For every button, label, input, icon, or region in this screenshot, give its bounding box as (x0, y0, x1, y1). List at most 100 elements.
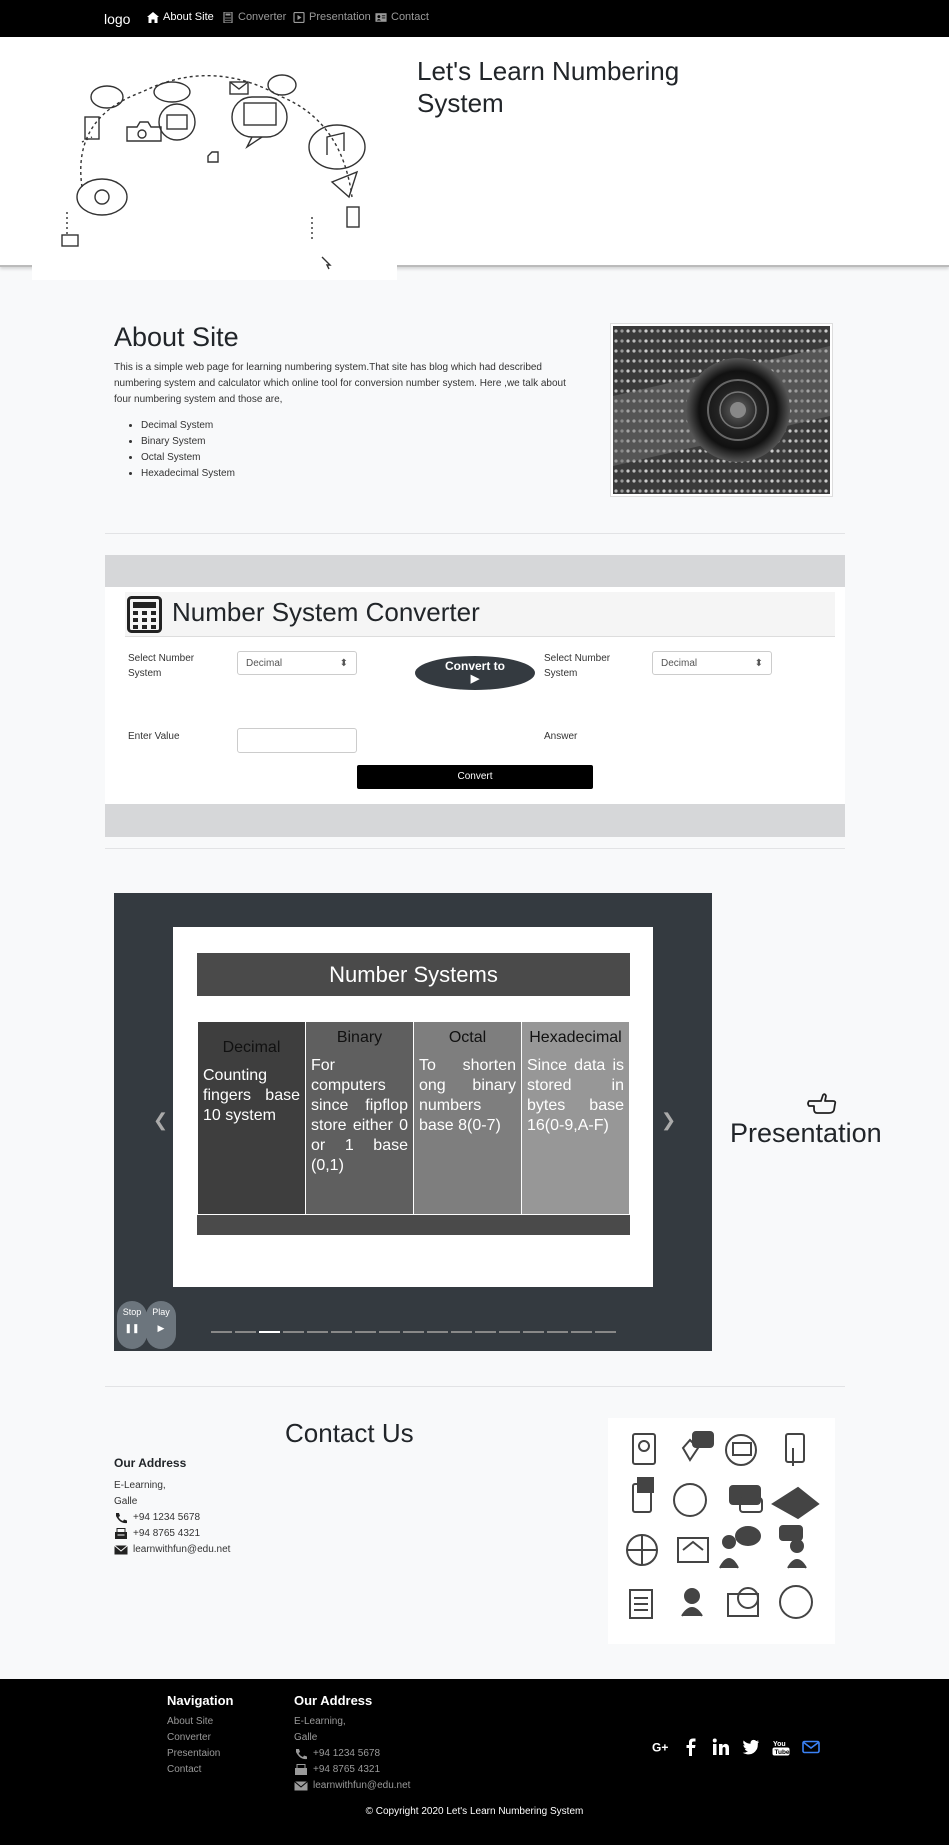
column-text: For computers since fipflop store either… (311, 1057, 408, 1174)
calculator-icon (127, 596, 162, 633)
convert-to-button[interactable]: Convert to ▶ (415, 656, 535, 690)
select-arrows-icon: ⬍ (339, 657, 348, 669)
select-number-system-label: Select Number System (544, 653, 611, 679)
address-line: E-Learning, (114, 1480, 166, 1491)
address-line: E-Learning, (294, 1716, 346, 1727)
home-icon (147, 11, 159, 23)
select-value: Decimal (246, 657, 283, 669)
slide-column-hexadecimal: Hexadecimal Since data is stored in byte… (522, 1022, 629, 1214)
converter-title: Number System Converter (172, 597, 480, 627)
phone-number: +94 1234 5678 (313, 1748, 381, 1759)
calculator-icon (223, 11, 233, 23)
carousel-indicator[interactable] (355, 1331, 376, 1333)
slide-footer-bar (197, 1215, 630, 1235)
youtube-icon[interactable]: YouTube (772, 1738, 790, 1756)
fax-number: +94 8765 4321 (313, 1764, 381, 1775)
email-link[interactable]: learnwithfun@edu.net (313, 1778, 410, 1794)
copyright: © Copyright 2020 Let's Learn Numbering S… (365, 1806, 584, 1817)
twitter-icon[interactable] (742, 1738, 760, 1756)
list-item: Decimal System (141, 418, 235, 434)
to-system-select[interactable]: Decimal ⬍ (652, 651, 772, 675)
divider (105, 1386, 845, 1387)
email-link[interactable]: learnwithfun@edu.net (133, 1542, 230, 1558)
carousel-indicator[interactable] (403, 1331, 424, 1333)
footer-link-contact[interactable]: Contact (167, 1762, 220, 1778)
carousel-next-icon[interactable]: ❯ (661, 1110, 676, 1131)
facebook-icon[interactable] (682, 1738, 700, 1756)
from-system-select[interactable]: Decimal ⬍ (237, 651, 357, 675)
email-icon[interactable] (802, 1738, 820, 1756)
linkedin-icon[interactable] (712, 1738, 730, 1756)
address-title: Our Address (114, 1456, 187, 1470)
carousel-prev-icon[interactable]: ❮ (153, 1110, 168, 1131)
presentation-label: Presentation (730, 1118, 882, 1148)
email-row: learnwithfun@edu.net (294, 1778, 410, 1794)
carousel-indicator[interactable] (379, 1331, 400, 1333)
social-links: G+ You Tube (652, 1738, 820, 1756)
column-heading: Binary (336, 1029, 383, 1046)
footer-link-presentation[interactable]: Presentaion (167, 1746, 220, 1762)
nav-item-label: Converter (238, 11, 287, 23)
svg-text:You: You (773, 1741, 786, 1748)
svg-text:G+: G+ (652, 1741, 668, 1755)
carousel-indicator[interactable] (499, 1331, 520, 1333)
fax-row: +94 8765 4321 (294, 1762, 410, 1778)
carousel-indicator[interactable] (523, 1331, 544, 1333)
about-text: This is a simple web page for learning n… (114, 362, 566, 405)
slide-column-decimal: Decimal Counting fingers base 10 system (198, 1022, 305, 1214)
phone-row: +94 1234 5678 (114, 1510, 230, 1526)
carousel-indicator[interactable] (451, 1331, 472, 1333)
contact-icons-grid (608, 1418, 835, 1644)
column-heading: Hexadecimal (529, 1029, 622, 1046)
google-plus-icon[interactable]: G+ (652, 1738, 670, 1756)
email-row: learnwithfun@edu.net (114, 1542, 230, 1558)
carousel-indicator[interactable] (283, 1331, 304, 1333)
slide-column-octal: Octal To shorten ong binary numbers base… (414, 1022, 521, 1214)
carousel-indicator[interactable] (427, 1331, 448, 1333)
list-item: Octal System (141, 450, 235, 466)
carousel-indicator[interactable] (259, 1331, 280, 1333)
value-input[interactable] (237, 728, 357, 753)
play-button[interactable]: Play ▶ (146, 1301, 176, 1349)
address-line: Galle (114, 1496, 138, 1507)
carousel-indicator[interactable] (547, 1331, 568, 1333)
nav-item-contact[interactable]: Contact (375, 11, 429, 23)
nav-item-about-site[interactable]: About Site (147, 11, 214, 23)
contact-title: Contact Us (285, 1418, 414, 1448)
pointing-hand-icon (807, 1093, 837, 1114)
fax-number: +94 8765 4321 (133, 1528, 201, 1539)
convert-button[interactable]: Convert (357, 765, 593, 789)
id-card-icon (375, 12, 387, 22)
play-square-icon (293, 11, 305, 23)
numbering-systems-list: Decimal System Binary System Octal Syste… (141, 418, 235, 482)
slide-title: Number Systems (197, 953, 630, 996)
footer-link-about-site[interactable]: About Site (167, 1714, 220, 1730)
contact-address: E-Learning, Galle +94 1234 5678 +94 8765… (114, 1478, 230, 1558)
carousel-indicators (211, 1331, 616, 1333)
nav-item-converter[interactable]: Converter (222, 11, 286, 23)
carousel-indicator[interactable] (331, 1331, 352, 1333)
svg-text:Tube: Tube (775, 1749, 790, 1756)
carousel-indicator[interactable] (211, 1331, 232, 1333)
stop-button[interactable]: Stop ❚❚ (117, 1301, 147, 1349)
column-text: Since data is stored in bytes base 16(0-… (527, 1057, 624, 1134)
about-title: About Site (114, 322, 239, 352)
footer-nav-title: Navigation (167, 1693, 234, 1708)
pause-icon: ❚❚ (124, 1323, 140, 1333)
nav-item-label: Contact (391, 11, 429, 23)
page-title: Let's Learn Numbering System (417, 56, 680, 118)
list-item: Binary System (141, 434, 235, 450)
enter-value-label: Enter Value (128, 731, 180, 742)
nav-logo[interactable]: logo (104, 11, 130, 27)
list-item: Hexadecimal System (141, 466, 235, 482)
caret-right-icon: ▶ (470, 673, 480, 685)
carousel-indicator[interactable] (595, 1331, 616, 1333)
footer-link-converter[interactable]: Converter (167, 1730, 220, 1746)
carousel-indicator[interactable] (307, 1331, 328, 1333)
nav-item-presentation[interactable]: Presentation (293, 11, 371, 23)
column-text: Counting fingers base 10 system (203, 1067, 300, 1124)
phone-icon (296, 1749, 307, 1760)
carousel-indicator[interactable] (235, 1331, 256, 1333)
carousel-indicator[interactable] (571, 1331, 592, 1333)
carousel-indicator[interactable] (475, 1331, 496, 1333)
